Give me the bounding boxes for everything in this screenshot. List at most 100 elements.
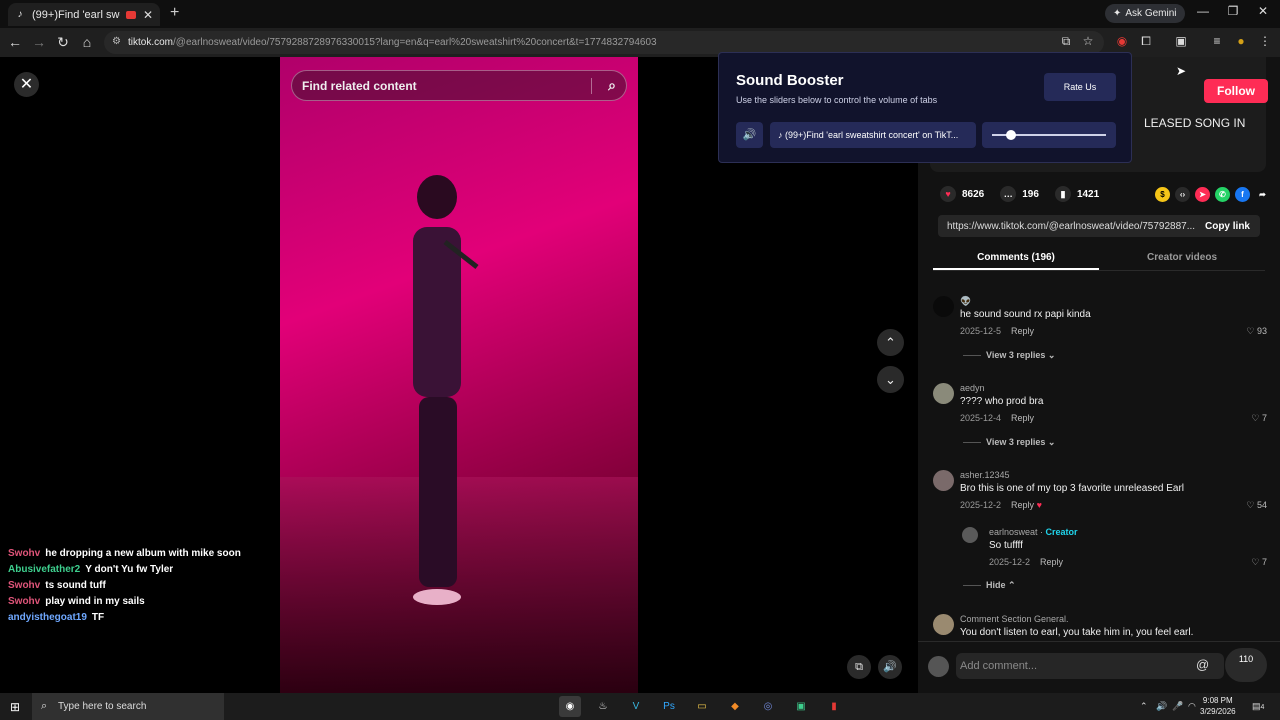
mention-icon[interactable]: @ [1196, 657, 1209, 672]
comment-date: 2025-12-5 [960, 326, 1002, 336]
avatar[interactable] [933, 383, 954, 404]
tab-creator-videos[interactable]: Creator videos [1099, 247, 1265, 270]
new-tab-button[interactable]: + [170, 4, 179, 22]
restore-icon[interactable]: ❐ [1218, 4, 1248, 18]
comment-username[interactable]: earlnosweat · Creator [989, 527, 1078, 537]
volume-slider[interactable] [982, 122, 1116, 148]
reply-button[interactable]: Reply [1040, 557, 1063, 567]
video-player[interactable]: Find related content ⌕ [280, 57, 638, 693]
reading-list-icon[interactable]: ≡ [1209, 34, 1225, 48]
chat-line: Abusivefather2 Y don't Yu fw Tyler [8, 564, 278, 580]
reply-button[interactable]: Reply [1011, 413, 1034, 423]
speaker-icon[interactable]: 🔊 [736, 122, 763, 148]
close-video-button[interactable]: ✕ [14, 72, 39, 97]
tab-comments[interactable]: Comments (196) [933, 247, 1099, 270]
comment-text: So tuffff [989, 540, 1023, 551]
rate-us-button[interactable]: Rate Us [1044, 73, 1116, 101]
comment-count-badge[interactable]: 110 [1225, 648, 1267, 682]
bookmark-star-icon[interactable]: ☆ [1080, 34, 1096, 48]
view-replies-button[interactable]: View 3 replies ⌄ [963, 350, 1055, 361]
view-replies-button[interactable]: View 3 replies ⌄ [963, 437, 1055, 448]
like-button[interactable]: ♥ 8626 [940, 186, 984, 202]
video-link-box[interactable]: https://www.tiktok.com/@earlnosweat/vide… [938, 215, 1260, 237]
discord-icon[interactable]: ◎ [757, 696, 779, 717]
reload-icon[interactable]: ↻ [54, 34, 72, 51]
extensions-icon[interactable]: ⧠ [1138, 34, 1154, 49]
sound-booster-extension-icon[interactable]: ◉ [1114, 34, 1130, 48]
reply-button[interactable]: Reply [1011, 326, 1034, 336]
app-icon[interactable]: ▣ [790, 696, 812, 717]
profile-avatar[interactable]: ● [1233, 34, 1249, 48]
ask-gemini-button[interactable]: ✦ Ask Gemini [1105, 4, 1185, 23]
notifications-icon[interactable]: ▤4 [1252, 701, 1264, 712]
reply-button[interactable]: Reply [1011, 500, 1034, 510]
site-info-icon[interactable]: ⚙ [112, 36, 121, 47]
forward-icon[interactable]: → [30, 34, 48, 50]
comment-text: ???? who prod bra [960, 396, 1044, 407]
tray-mic-icon[interactable]: 🎤 [1172, 701, 1183, 712]
chat-username: Abusivefather2 [8, 564, 81, 575]
comment-like-button[interactable]: ♡ 54 [1246, 500, 1267, 511]
share-arrow-icon[interactable]: ➦ [1255, 187, 1270, 202]
send-icon[interactable]: ➤ [1195, 186, 1210, 202]
back-icon[interactable]: ← [6, 34, 24, 50]
save-button[interactable]: ▮ 1421 [1054, 186, 1100, 202]
photoshop-icon[interactable]: Ps [658, 696, 680, 717]
search-icon[interactable]: ⌕ [608, 77, 616, 94]
cast-icon[interactable]: ⧉ [1058, 34, 1074, 49]
taskbar-search-input[interactable]: ⌕ Type here to search [32, 693, 224, 720]
minimize-icon[interactable]: — [1188, 4, 1218, 18]
media-icon[interactable]: ▣ [1173, 34, 1189, 48]
avatar[interactable] [933, 614, 954, 635]
volume-icon[interactable]: 🔊 [878, 655, 902, 679]
avatar[interactable] [933, 470, 954, 491]
tab-close-button[interactable]: ✕ [142, 8, 154, 22]
comment-button[interactable]: … 196 [1000, 186, 1039, 202]
comment-username[interactable]: Comment Section General. [960, 614, 1069, 624]
file-explorer-icon[interactable]: ▭ [691, 696, 713, 717]
search-icon: ⌕ [41, 700, 48, 712]
comment-like-button[interactable]: ♡ 93 [1246, 326, 1267, 337]
taskbar-clock[interactable]: 9:08 PM 3/29/2026 [1200, 695, 1236, 717]
browser-tab[interactable]: ♪ (99+)Find 'earl sweatshirt c ✕ [8, 3, 160, 26]
fl-studio-icon[interactable]: ◆ [724, 696, 746, 717]
whatsapp-icon[interactable]: ✆ [1215, 186, 1230, 202]
booster-tab-row[interactable]: ♪ (99+)Find 'earl sweatshirt concert' on… [770, 122, 976, 148]
tiktok-icon: ♪ [17, 8, 23, 20]
recording-app-icon[interactable]: ▮ [823, 696, 845, 717]
avatar[interactable] [962, 527, 978, 543]
tray-chevron-icon[interactable]: ⌃ [1140, 701, 1148, 712]
related-search-input[interactable]: Find related content ⌕ [291, 70, 627, 101]
address-bar[interactable]: ⚙ tiktok.com/@earlnosweat/video/75792887… [104, 31, 1104, 54]
window-close-icon[interactable]: ✕ [1248, 4, 1278, 18]
add-comment-input[interactable]: Add comment... [956, 653, 1224, 679]
volume-slider-handle[interactable] [1006, 130, 1017, 140]
video-link: https://www.tiktok.com/@earlnosweat/vide… [947, 220, 1196, 232]
follow-button[interactable]: Follow [1204, 79, 1268, 103]
comment-username[interactable]: aedyn [960, 383, 985, 393]
save-count: 1421 [1076, 188, 1100, 200]
chrome-icon[interactable]: ◉ [559, 696, 581, 717]
clock-date: 3/29/2026 [1200, 707, 1236, 716]
embed-icon[interactable]: ‹› [1175, 186, 1190, 202]
tray-volume-icon[interactable]: 🔊 [1156, 701, 1167, 712]
hide-replies-button[interactable]: Hide ⌃ [963, 580, 1016, 591]
windows-start-icon[interactable]: ⊞ [10, 700, 20, 714]
tray-network-icon[interactable]: ◠ [1188, 701, 1196, 712]
steam-icon[interactable]: ♨ [592, 696, 614, 717]
comment-username[interactable]: 👽 [960, 296, 971, 307]
comment-like-button[interactable]: ♡ 7 [1251, 557, 1267, 568]
coin-icon[interactable]: $ [1155, 186, 1170, 202]
pip-icon[interactable]: ⧉ [847, 655, 871, 679]
comment-username[interactable]: asher.12345 [960, 470, 1010, 480]
facebook-icon[interactable]: f [1235, 186, 1250, 202]
comment-like-button[interactable]: ♡ 7 [1251, 413, 1267, 424]
vegas-icon[interactable]: V [625, 696, 647, 717]
avatar[interactable] [933, 296, 954, 317]
taskbar-search-placeholder: Type here to search [58, 701, 147, 712]
previous-video-button[interactable]: ⌃ [877, 329, 904, 356]
home-icon[interactable]: ⌂ [78, 34, 96, 50]
copy-link-button[interactable]: Copy link [1205, 221, 1250, 232]
menu-kebab-icon[interactable]: ⋮ [1257, 34, 1273, 48]
next-video-button[interactable]: ⌄ [877, 366, 904, 393]
